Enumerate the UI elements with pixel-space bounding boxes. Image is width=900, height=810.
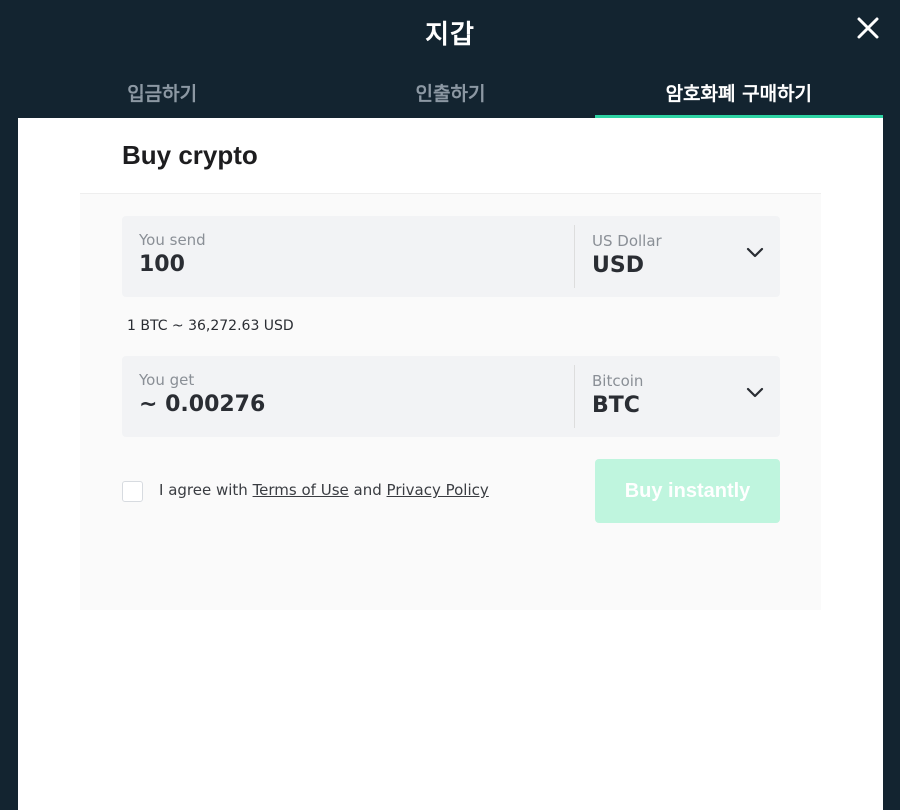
chevron-down-icon <box>746 387 764 398</box>
agree-middle: and <box>348 481 387 499</box>
send-field: You send 100 US Dollar USD <box>122 216 780 297</box>
tab-panel: Buy crypto You send 100 US Dollar USD 1 … <box>18 118 883 810</box>
send-amount-input[interactable]: You send 100 <box>122 225 575 288</box>
agree-prefix: I agree with <box>159 481 253 499</box>
exchange-rate: 1 BTC ~ 36,272.63 USD <box>127 318 294 334</box>
get-amount-input[interactable]: You get ~ 0.00276 <box>122 365 575 428</box>
send-label: You send <box>139 231 206 249</box>
agree-row: I agree with Terms of Use and Privacy Po… <box>122 459 780 523</box>
get-label: You get <box>139 371 195 389</box>
buy-instantly-button[interactable]: Buy instantly <box>595 459 780 523</box>
send-currency-select[interactable]: US Dollar USD <box>575 225 780 288</box>
buy-crypto-card: Buy crypto You send 100 US Dollar USD 1 … <box>80 118 821 610</box>
agree-checkbox[interactable] <box>122 481 143 502</box>
get-value: ~ 0.00276 <box>139 392 266 417</box>
tab-buy-crypto[interactable]: 암호화폐 구매하기 <box>594 66 884 118</box>
wallet-tabs: 입금하기 인출하기 암호화폐 구매하기 <box>18 66 884 118</box>
agree-text: I agree with Terms of Use and Privacy Po… <box>159 481 489 499</box>
privacy-policy-link[interactable]: Privacy Policy <box>387 481 489 499</box>
tab-deposit[interactable]: 입금하기 <box>18 66 306 118</box>
get-field: You get ~ 0.00276 Bitcoin BTC <box>122 356 780 437</box>
modal-title: 지갑 <box>425 20 475 50</box>
send-value: 100 <box>139 252 185 277</box>
chevron-down-icon <box>746 247 764 258</box>
card-title: Buy crypto <box>122 140 258 170</box>
card-header: Buy crypto <box>80 118 821 194</box>
close-icon[interactable] <box>854 14 882 42</box>
tab-withdraw[interactable]: 인출하기 <box>306 66 594 118</box>
get-currency-select[interactable]: Bitcoin BTC <box>575 365 780 428</box>
terms-of-use-link[interactable]: Terms of Use <box>253 481 349 499</box>
